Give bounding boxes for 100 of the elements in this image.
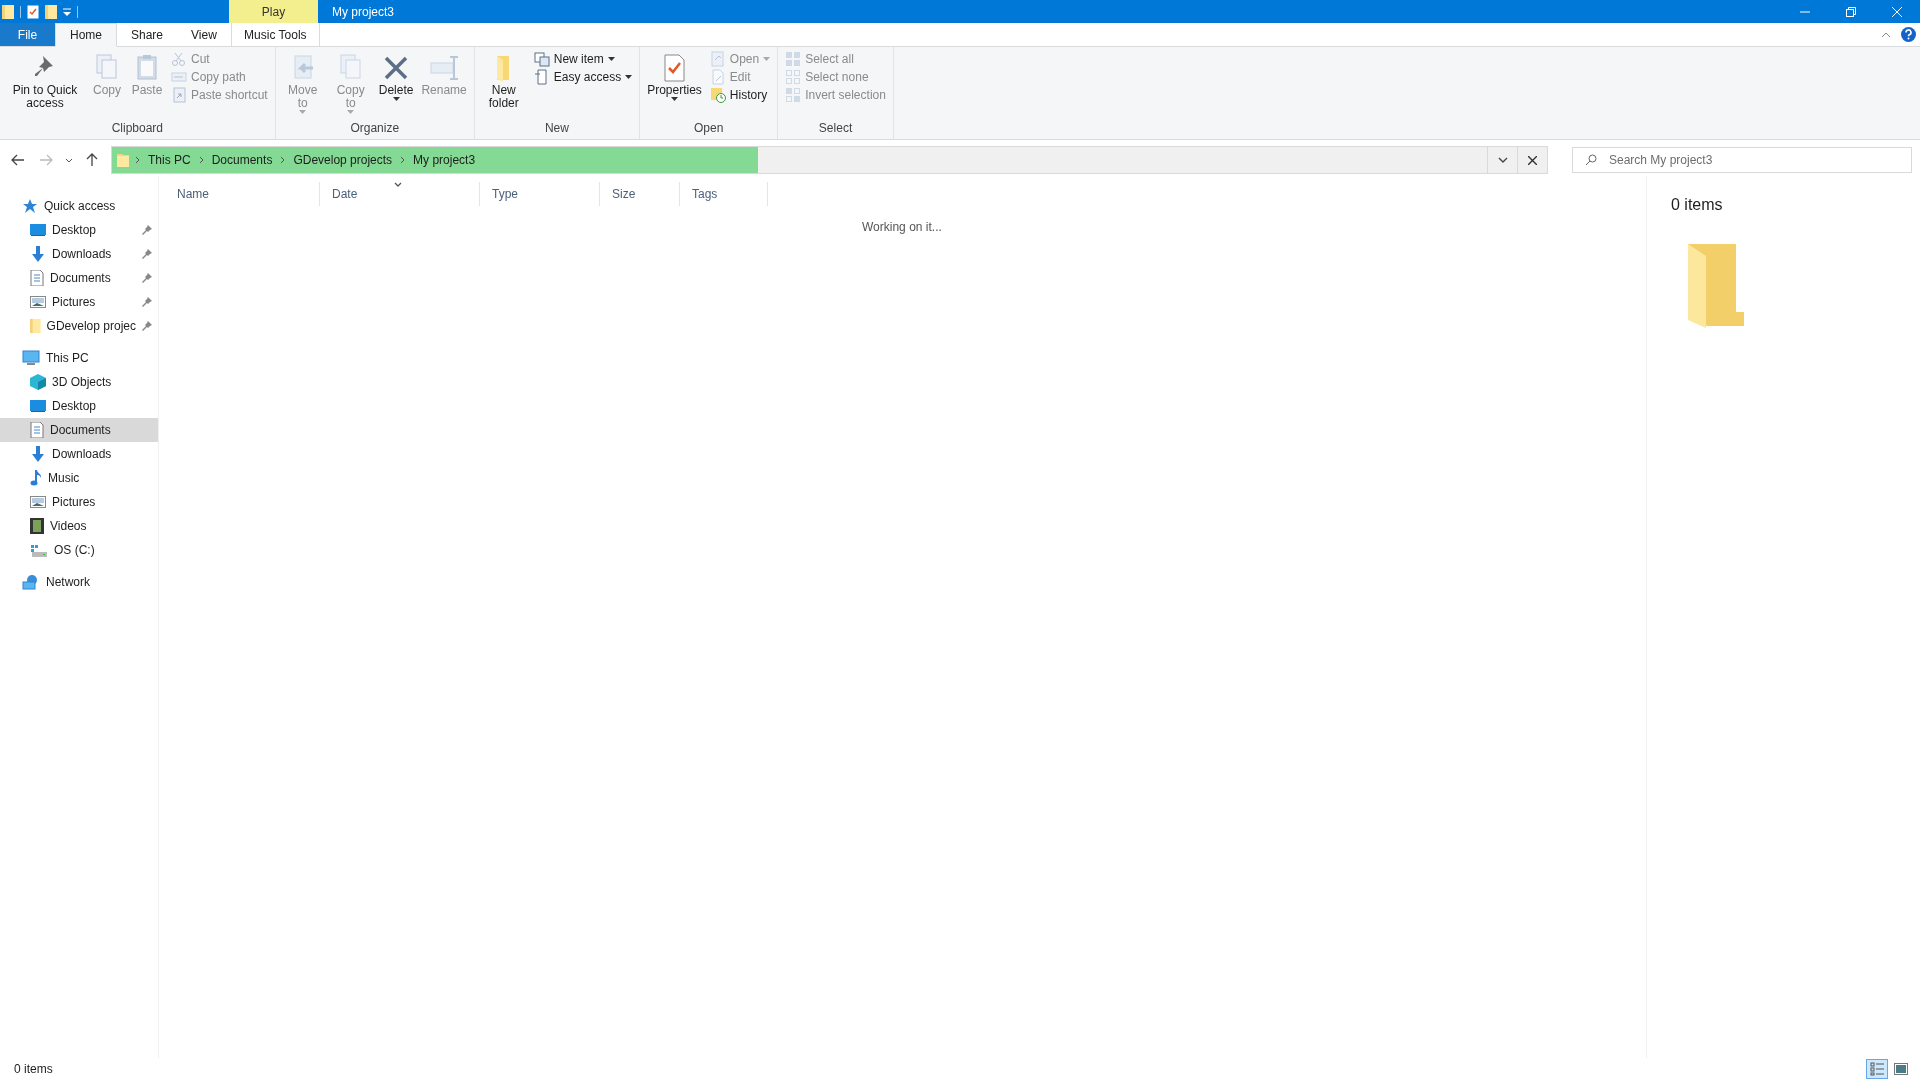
ribbon-button[interactable]: Delete <box>375 50 417 119</box>
cube-icon <box>30 374 46 390</box>
nav-item[interactable]: Documents <box>0 418 158 442</box>
folder-icon <box>30 318 41 334</box>
picture-icon <box>1894 1063 1908 1075</box>
desktop-icon <box>30 223 46 237</box>
breadcrumb[interactable]: This PC <box>146 153 193 167</box>
breadcrumb[interactable]: My project3 <box>411 153 478 167</box>
checklist-icon <box>27 4 39 19</box>
history-icon <box>709 87 726 103</box>
nav-item[interactable]: Documents <box>0 266 158 290</box>
nav-item[interactable]: Pictures <box>0 290 158 314</box>
caret-icon <box>347 110 355 114</box>
pin-icon <box>142 273 152 283</box>
caret-icon <box>763 57 771 61</box>
group-label: Select <box>817 120 854 137</box>
film-icon <box>30 518 44 534</box>
scissors-icon <box>171 51 187 67</box>
ribbon-button[interactable]: Pin to Quick access <box>4 50 86 119</box>
star-icon <box>22 198 38 214</box>
window-title: My project3 <box>331 3 396 21</box>
ribbon-button[interactable]: Easy access <box>530 68 636 86</box>
ribbon-button[interactable]: Properties <box>644 50 705 119</box>
new-item-icon <box>533 51 550 67</box>
nav-item[interactable]: Pictures <box>0 490 158 514</box>
nav-item[interactable]: Quick access <box>0 194 158 218</box>
chevron-icon <box>135 156 140 164</box>
nav-item[interactable]: Downloads <box>0 242 158 266</box>
ribbon-tab[interactable]: File <box>0 23 55 46</box>
grid-icon <box>785 69 802 85</box>
ribbon-button[interactable]: New item <box>530 50 636 68</box>
help-icon <box>1901 27 1916 42</box>
picture-icon <box>30 296 46 308</box>
close-icon <box>1892 6 1902 17</box>
grid-icon <box>785 51 802 67</box>
arrow-right-icon <box>39 154 53 166</box>
details-view-button[interactable] <box>1866 1059 1888 1079</box>
path-icon <box>171 69 187 85</box>
pin-icon <box>142 249 152 259</box>
download-icon <box>30 446 46 462</box>
breadcrumb[interactable]: GDevelop projects <box>291 153 395 167</box>
address-bar[interactable]: This PC Documents GDevelop projects My project3 <box>111 146 1548 174</box>
arrow-up-icon <box>86 153 98 167</box>
nav-item[interactable]: 3D Objects <box>0 370 158 394</box>
group-label: New <box>543 120 570 137</box>
breadcrumb[interactable]: Documents <box>209 153 275 167</box>
nav-item[interactable]: Downloads <box>0 442 158 466</box>
folder-icon <box>117 153 129 167</box>
group-label: Open <box>692 120 725 137</box>
caret-icon <box>625 75 633 79</box>
ribbon-button[interactable]: New folder <box>478 50 529 119</box>
folder-icon <box>1688 244 1744 328</box>
nav-item[interactable]: Network <box>0 570 158 594</box>
document-icon <box>30 422 44 438</box>
nav-item[interactable]: Music <box>0 466 158 490</box>
search-box[interactable]: Search My project3 <box>1572 147 1912 173</box>
document-icon <box>533 69 550 85</box>
column-header[interactable]: Tags <box>680 182 768 206</box>
list-icon <box>1870 1062 1884 1076</box>
context-tab-title: Play <box>229 0 318 23</box>
document-icon <box>30 270 44 286</box>
caret-icon <box>607 57 615 61</box>
ribbon-tab[interactable]: Home <box>55 23 117 47</box>
nav-item[interactable]: This PC <box>0 346 158 370</box>
item-count: 0 items <box>1671 196 1724 214</box>
download-icon <box>30 246 46 262</box>
column-header[interactable]: Type <box>480 182 600 206</box>
nav-item[interactable]: GDevelop projec <box>0 314 158 338</box>
ribbon-tab[interactable]: View <box>177 23 231 47</box>
chevron-down-icon <box>1497 157 1508 163</box>
desktop-icon <box>30 399 46 413</box>
shortcut-icon <box>171 87 187 103</box>
status-item-count: 0 items <box>14 1062 53 1076</box>
grid-icon <box>785 87 802 103</box>
open-icon <box>709 51 726 67</box>
column-header[interactable]: Size <box>600 182 680 206</box>
close-icon <box>1528 155 1537 165</box>
caret-icon <box>299 110 307 114</box>
folder-icon <box>2 4 14 19</box>
chevron-icon <box>280 156 286 164</box>
column-header[interactable]: Name <box>165 182 320 206</box>
pin-icon <box>142 225 152 235</box>
nav-item[interactable]: OS (C:) <box>0 538 158 562</box>
nav-item[interactable]: Desktop <box>0 394 158 418</box>
chevron-icon <box>198 156 204 164</box>
nav-item[interactable]: Videos <box>0 514 158 538</box>
group-label: Organize <box>349 120 401 137</box>
pin-icon <box>142 321 152 331</box>
caret-icon <box>670 97 678 101</box>
music-note-icon <box>30 470 42 486</box>
chevron-up-icon <box>1881 31 1891 38</box>
ribbon-button[interactable]: History <box>706 86 774 104</box>
folder-icon <box>45 4 57 19</box>
ribbon-tab[interactable]: Share <box>117 23 178 47</box>
group-label: Clipboard <box>110 120 165 137</box>
arrow-left-icon <box>11 154 25 166</box>
drive-icon <box>30 543 48 557</box>
nav-item[interactable]: Desktop <box>0 218 158 242</box>
column-header[interactable]: Date <box>320 182 480 206</box>
search-icon <box>1585 154 1597 166</box>
